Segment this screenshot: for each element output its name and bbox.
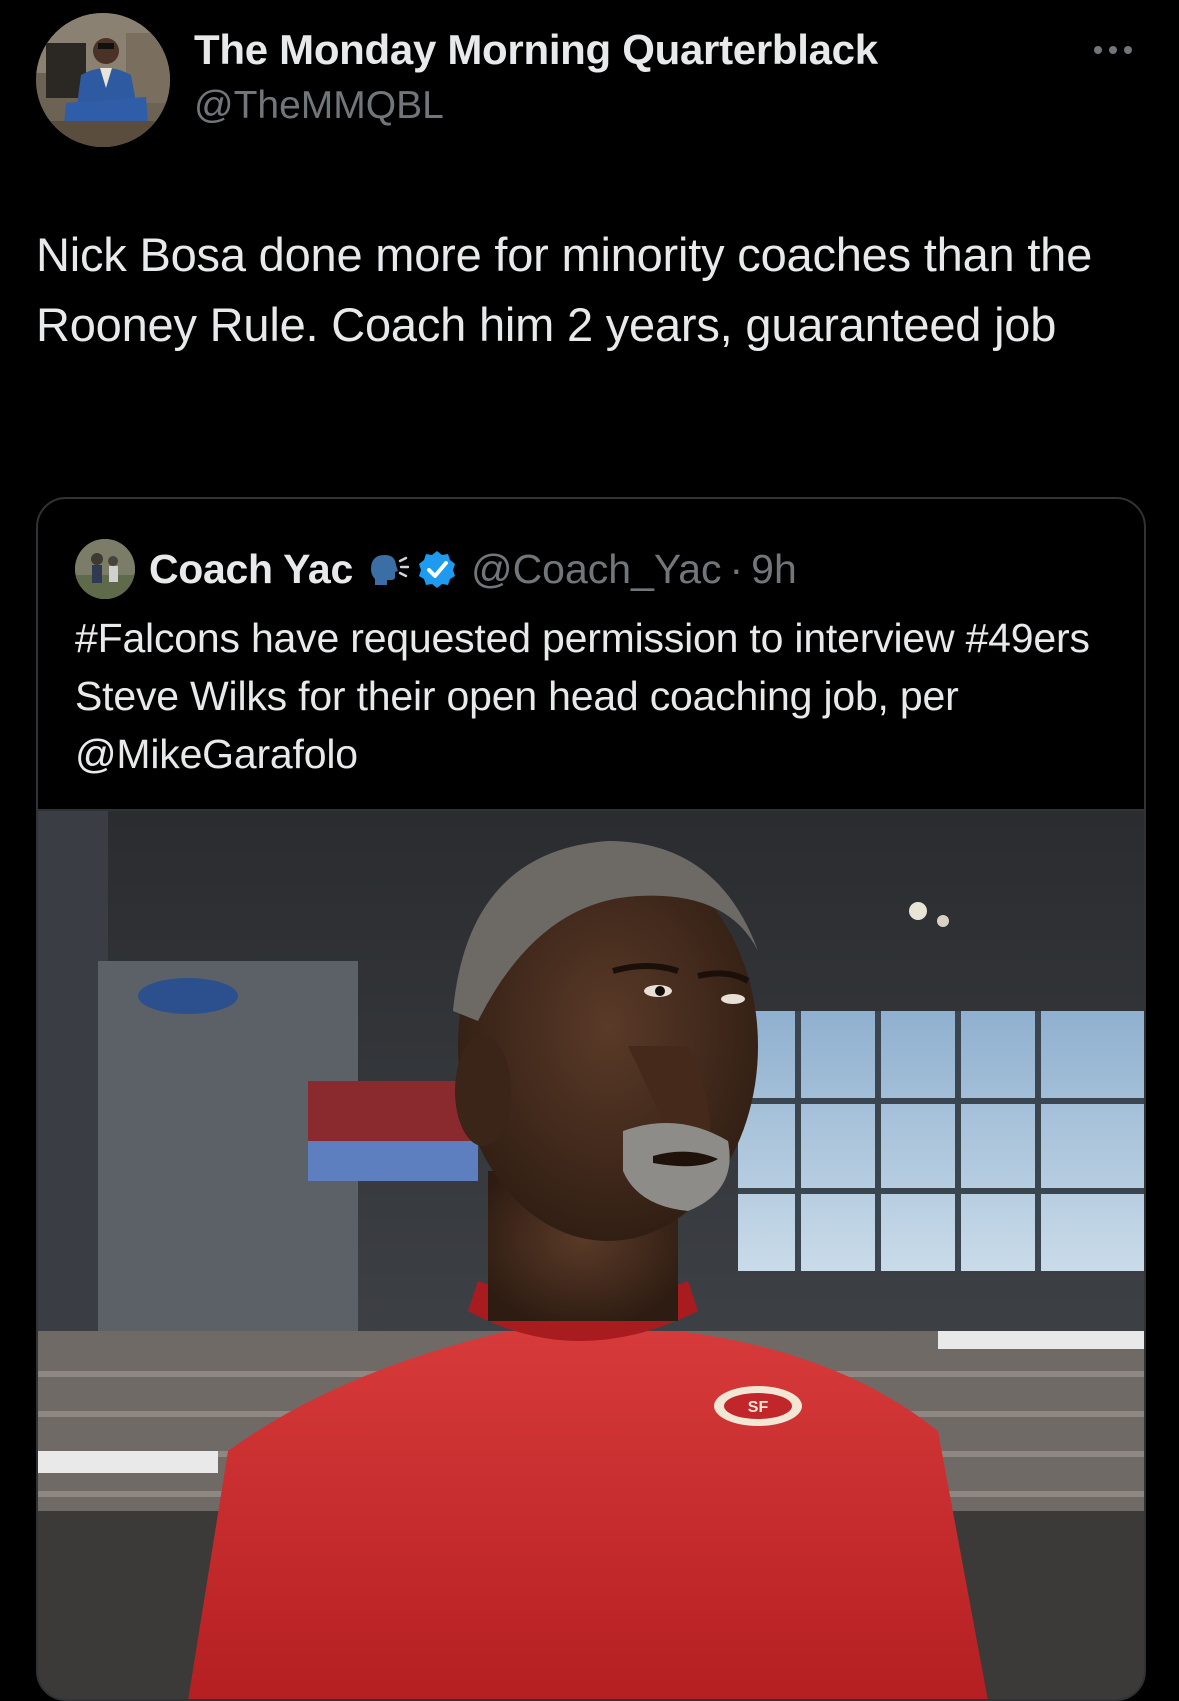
tweet[interactable]: The Monday Morning Quarterblack @TheMMQB… [0, 0, 1179, 1701]
author-avatar[interactable] [36, 13, 170, 147]
quoted-tweet-photo[interactable]: SF [38, 809, 1144, 1699]
more-options-button[interactable] [1090, 36, 1136, 64]
quoted-author-avatar[interactable] [75, 539, 135, 599]
quoted-author-handle[interactable]: @Coach_Yac [471, 546, 722, 593]
photo-coach-icon: SF [38, 811, 1144, 1699]
separator-dot: · [729, 545, 744, 592]
quoted-tweet-header: Coach Yac @Coach_Yac · 9h [149, 539, 797, 599]
svg-text:SF: SF [748, 1399, 769, 1416]
verified-badge-icon [417, 549, 457, 589]
author-name[interactable]: The Monday Morning Quarterblack [194, 26, 878, 74]
profile-photo-icon [36, 13, 170, 147]
quoted-tweet-timestamp[interactable]: 9h [751, 546, 797, 593]
author-handle[interactable]: @TheMMQBL [194, 84, 444, 128]
quoted-author-name[interactable]: Coach Yac [149, 546, 353, 593]
ellipsis-icon [1094, 46, 1132, 54]
quoted-tweet-card[interactable]: Coach Yac @Coach_Yac · 9h #Falcons have … [36, 497, 1146, 1701]
profile-photo-icon [75, 539, 135, 599]
tweet-text: Nick Bosa done more for minority coaches… [36, 228, 1093, 351]
quoted-tweet-text: #Falcons have requested permission to in… [75, 615, 1090, 777]
speaking-head-emoji-icon [365, 549, 410, 589]
